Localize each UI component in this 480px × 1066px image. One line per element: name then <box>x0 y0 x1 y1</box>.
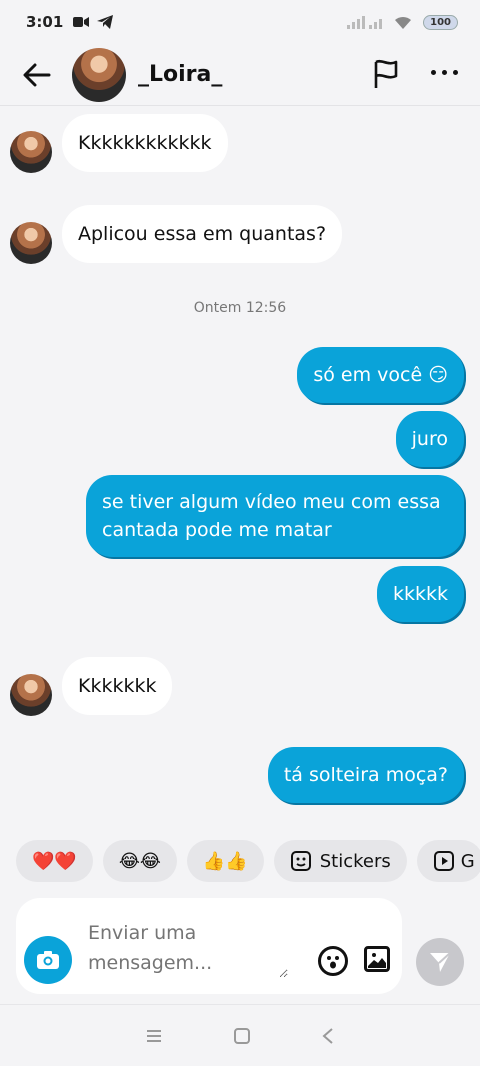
gif-label: G <box>460 850 475 872</box>
gif-button[interactable]: G <box>416 840 480 882</box>
chat-header: _Loira_ <box>0 44 480 106</box>
status-time: 3:01 <box>26 13 64 31</box>
message-composer <box>16 898 402 994</box>
more-options-button[interactable] <box>431 70 458 75</box>
message-input[interactable] <box>88 918 288 978</box>
contact-name[interactable]: _Loira_ <box>138 62 222 87</box>
back-nav-icon[interactable] <box>321 1027 335 1045</box>
message-outgoing: se tiver algum vídeo meu com essa cantada… <box>86 475 464 557</box>
video-icon <box>73 17 90 27</box>
contact-avatar[interactable] <box>72 47 126 102</box>
message-timestamp: Ontem 12:56 <box>193 300 287 316</box>
stickers-button[interactable]: Stickers <box>273 840 407 882</box>
message-outgoing: juro <box>395 411 464 467</box>
play-icon <box>433 851 454 871</box>
wifi-icon <box>395 16 412 29</box>
emoji-button[interactable] <box>318 946 348 976</box>
send-button[interactable] <box>416 938 464 986</box>
reaction-hearts[interactable]: ❤️❤️ <box>16 840 93 882</box>
message-incoming: Kkkkkkk <box>62 657 173 715</box>
telegram-icon <box>97 15 114 29</box>
system-nav-bar <box>0 1004 480 1066</box>
sender-avatar <box>10 131 52 173</box>
smiley-icon <box>327 956 339 969</box>
message-incoming: Aplicou essa em quantas? <box>62 205 343 263</box>
send-icon <box>430 952 451 972</box>
stickers-label: Stickers <box>319 850 391 872</box>
menu-icon[interactable] <box>145 1028 163 1044</box>
reaction-thumbs-up[interactable]: 👍👍 <box>186 840 264 882</box>
reaction-laughing[interactable]: 😂😂 <box>102 840 177 882</box>
gallery-button[interactable] <box>364 946 390 972</box>
home-icon[interactable] <box>233 1027 251 1045</box>
message-outgoing: tá solteira moça? <box>267 747 464 803</box>
camera-button[interactable] <box>24 936 72 984</box>
flag-icon[interactable] <box>370 58 402 90</box>
signal-icon <box>347 16 383 29</box>
image-icon <box>368 953 386 968</box>
message-outgoing: só em você 😏 <box>297 347 464 403</box>
quick-reactions: ❤️❤️ 😂😂 👍👍 Stickers G <box>16 840 480 882</box>
sticker-icon <box>290 851 311 871</box>
sender-avatar <box>10 222 52 264</box>
status-bar: 3:01 100 <box>0 0 480 44</box>
camera-icon <box>37 951 59 969</box>
back-button[interactable] <box>22 60 52 90</box>
battery-indicator: 100 <box>423 14 458 30</box>
message-outgoing: kkkkk <box>376 566 464 622</box>
message-incoming: Kkkkkkkkkkkk <box>62 114 228 172</box>
arrow-left-icon <box>23 63 51 86</box>
sender-avatar <box>10 674 52 716</box>
